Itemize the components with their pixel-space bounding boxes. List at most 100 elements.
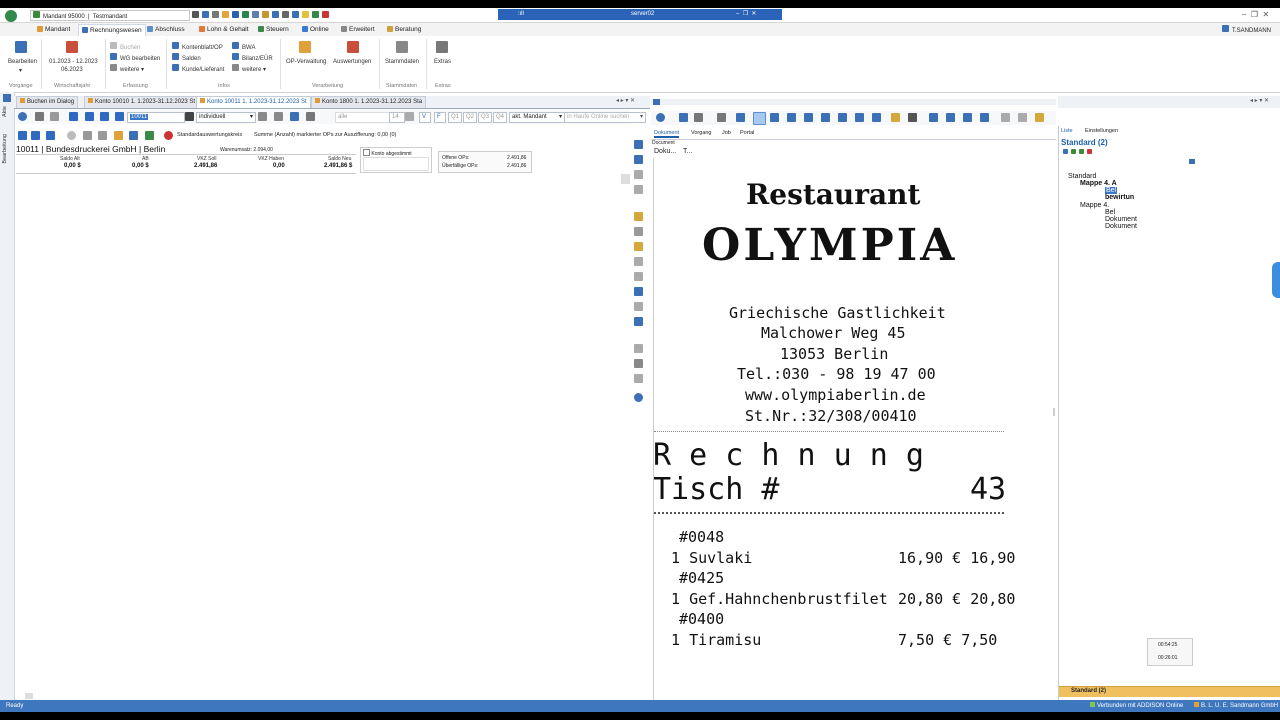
tab-konto-10010[interactable]: Konto 10010 1. 1.2023-31.12.2023 St [84, 96, 200, 108]
columns-icon[interactable] [98, 131, 107, 140]
minimize-icon[interactable]: – [1242, 10, 1246, 19]
tab-buchen-im-dialog[interactable]: Buchen im Dialog [16, 96, 79, 108]
info-icon[interactable] [272, 11, 279, 18]
mail-icon[interactable] [634, 272, 643, 281]
fit-page-icon[interactable] [821, 113, 830, 122]
fit-width-icon[interactable] [787, 113, 796, 122]
tree-node-bel[interactable]: Bel [1105, 209, 1115, 216]
op-verwaltung-button[interactable]: OP-Verwaltung [286, 59, 326, 65]
chest-icon[interactable] [262, 11, 269, 18]
bearbeiten-button[interactable]: Bearbeiten [8, 59, 37, 65]
pin-icon[interactable] [3, 94, 11, 102]
tree-node-dokument[interactable]: Dokument [1105, 223, 1137, 230]
fit-height-icon[interactable] [804, 113, 813, 122]
save-icon[interactable] [202, 11, 209, 18]
rdp-pin-icon[interactable]: ⫶ıll [518, 9, 524, 20]
print-icon[interactable] [35, 112, 44, 121]
maximize-icon[interactable]: ❐ [1251, 10, 1258, 19]
tab-abschluss[interactable]: Abschluss [144, 24, 188, 36]
doc-info-icon[interactable] [634, 140, 643, 149]
doc-menu-icon[interactable] [656, 113, 665, 122]
kreis-icon[interactable] [164, 131, 173, 140]
q3-button[interactable]: Q3 [478, 112, 492, 123]
previous-record-icon[interactable] [85, 112, 94, 121]
tree-refresh-icon[interactable] [1071, 149, 1076, 154]
grid-icon[interactable] [252, 11, 259, 18]
list-scroll-thumb[interactable] [621, 174, 630, 184]
buchen-button[interactable]: Buchen [110, 42, 140, 51]
doc-details-icon[interactable] [634, 155, 643, 164]
tree-node-standard[interactable]: Standard [1068, 173, 1096, 180]
tab-beratung[interactable]: Beratung [384, 24, 424, 36]
close-window-icon[interactable]: ✕ [1263, 10, 1270, 19]
period-14-input[interactable]: 14 [389, 112, 405, 123]
grid-settings-icon[interactable] [306, 112, 315, 121]
tab-konto-10011[interactable]: Konto 10011 1. 1.2023-31.12.2023 St [196, 96, 311, 108]
doc-save-icon[interactable] [679, 113, 688, 122]
bwa-button[interactable]: BWA [232, 42, 255, 51]
layout-icon[interactable] [129, 131, 138, 140]
document-icon[interactable] [634, 257, 643, 266]
q2-button[interactable]: Q2 [463, 112, 477, 123]
globe-icon[interactable] [292, 11, 299, 18]
doc-scan-icon[interactable] [694, 113, 703, 122]
export-icon[interactable] [114, 131, 123, 140]
menu-icon[interactable] [18, 112, 27, 121]
tab-steuern[interactable]: Steuern [255, 24, 292, 36]
kontenblatt-button[interactable]: Kontenblatt/OP [172, 42, 223, 51]
tree-node-bewirtung[interactable]: bewirtun [1105, 194, 1134, 201]
doc-print-icon[interactable] [717, 113, 726, 122]
booking-list[interactable] [16, 176, 630, 704]
edit-icon[interactable] [634, 344, 643, 353]
notes-icon[interactable] [634, 242, 643, 251]
next-page-icon[interactable] [946, 113, 955, 122]
print-icon[interactable] [212, 11, 219, 18]
zoom-out-icon[interactable] [770, 113, 779, 122]
user-indicator[interactable]: T.SANDMANN [1222, 25, 1271, 34]
weitere-infos-button[interactable]: weitere ▾ [232, 64, 266, 73]
rdp-minimize-icon[interactable]: – [736, 11, 739, 17]
filter-icon[interactable] [258, 112, 267, 121]
list-icon[interactable] [405, 112, 414, 121]
tree-node-mappe-b[interactable]: Mappe 4. [1080, 202, 1109, 209]
account-number-input[interactable]: 10011 [127, 112, 185, 123]
search-icon[interactable] [282, 11, 289, 18]
archive-icon[interactable] [634, 374, 643, 383]
copy-icon[interactable] [634, 287, 643, 296]
period-month[interactable]: 06.2023 [61, 67, 83, 73]
op-link-icon[interactable] [18, 131, 27, 140]
split-icon[interactable] [963, 113, 972, 122]
subtab-portal[interactable]: Portal [740, 130, 754, 136]
doc-copy-icon[interactable] [1001, 113, 1010, 122]
op-auto-icon[interactable] [46, 131, 55, 140]
mandant-scope-select[interactable]: akt. Mandant ▾ [509, 112, 565, 123]
rotate-left-icon[interactable] [838, 113, 847, 122]
refresh-icon[interactable] [312, 11, 319, 18]
subtab-dokument[interactable]: Dokument [654, 130, 680, 138]
pause-icon[interactable] [192, 11, 199, 18]
subtab-vorgang[interactable]: Vorgang [691, 130, 712, 136]
table-icon[interactable] [83, 131, 92, 140]
attach-icon[interactable] [634, 302, 643, 311]
annotate-icon[interactable] [891, 113, 900, 122]
tree-node-dokument[interactable]: Dokument [1105, 216, 1137, 223]
op-unlink-icon[interactable] [31, 131, 40, 140]
auswertungen-button[interactable]: Auswertungen [333, 59, 371, 65]
tab-online[interactable]: Online [299, 24, 332, 36]
frame-icon[interactable] [908, 113, 917, 122]
stammdaten-button[interactable]: Stammdaten [385, 59, 419, 65]
pointer-icon[interactable] [736, 113, 745, 122]
rdp-restore-icon[interactable]: ❐ [743, 11, 748, 17]
prev-page-icon[interactable] [929, 113, 938, 122]
tree-add-icon[interactable] [1063, 149, 1068, 154]
filter-remove-icon[interactable] [274, 112, 283, 121]
mandant-selector[interactable]: Mandant 95000 | Testmandant [30, 10, 190, 21]
folder-icon[interactable] [222, 11, 229, 18]
floating-side-handle[interactable] [1272, 262, 1280, 298]
weitere-erfassung-button[interactable]: weitere ▾ [110, 64, 144, 73]
tab-erweitert[interactable]: Erweitert [338, 24, 378, 36]
list-view-icon[interactable] [634, 227, 643, 236]
merge-icon[interactable] [980, 113, 989, 122]
konto-abgestimmt-checkbox[interactable]: Konto abgestimmt [363, 149, 412, 157]
bearbeitung-side-tab[interactable]: Bearbeitung [2, 134, 8, 164]
